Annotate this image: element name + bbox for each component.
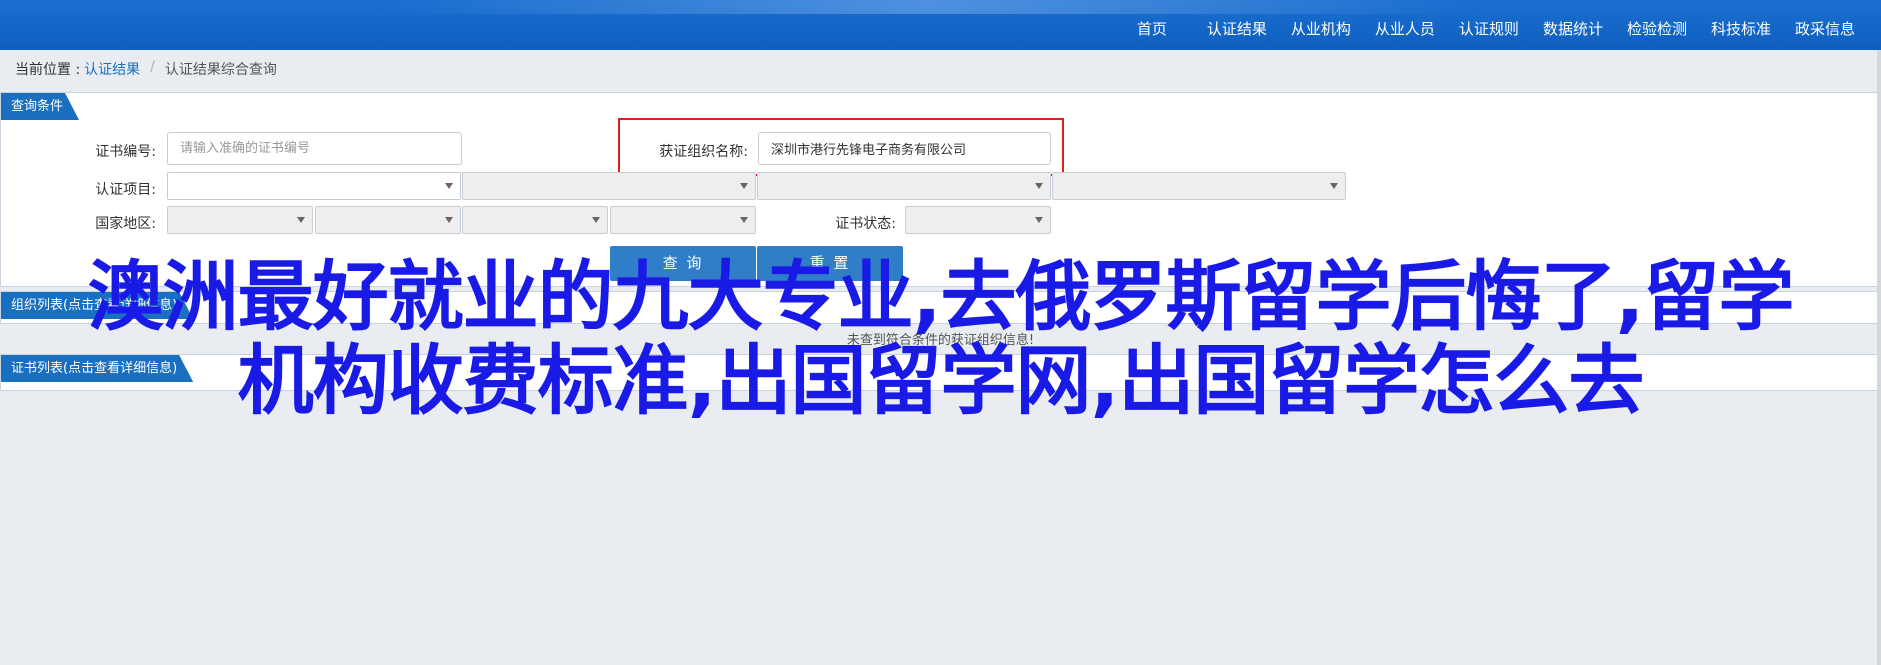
region-select-3[interactable] [462, 206, 608, 234]
breadcrumb-link[interactable]: 认证结果 [84, 59, 140, 79]
cert-no-input[interactable] [167, 132, 462, 165]
cert-item-select-3[interactable] [757, 172, 1051, 200]
chevron-down-icon [592, 217, 600, 223]
header-bar: 首页 认证结果 从业机构 从业人员 认证规则 数据统计 检验检测 科技标准 政采… [0, 0, 1881, 50]
overlay-headline: 澳洲最好就业的九大专业,去俄罗斯留学后悔了,留学 机构收费标准,出国留学网,出国… [0, 255, 1881, 423]
cert-no-label: 证书编号: [95, 144, 156, 160]
nav-statistics[interactable]: 数据统计 [1531, 18, 1615, 39]
chevron-down-icon [1035, 183, 1043, 189]
breadcrumb-prefix: 当前位置 : [15, 62, 81, 78]
nav-procurement[interactable]: 政采信息 [1783, 18, 1867, 39]
nav-personnel[interactable]: 从业人员 [1363, 18, 1447, 39]
chevron-down-icon [1035, 217, 1043, 223]
chevron-down-icon [740, 183, 748, 189]
chevron-down-icon [740, 217, 748, 223]
main-nav: 首页 认证结果 从业机构 从业人员 认证规则 数据统计 检验检测 科技标准 政采… [1125, 18, 1867, 39]
cert-item-label: 认证项目: [95, 182, 156, 198]
overlay-line-2: 机构收费标准,出国留学网,出国留学怎么去 [237, 336, 1645, 425]
region-select-4[interactable] [610, 206, 756, 234]
overlay-line-1: 澳洲最好就业的九大专业,去俄罗斯留学后悔了,留学 [87, 252, 1795, 341]
breadcrumb-separator: / [150, 59, 155, 75]
cert-item-select-2[interactable] [462, 172, 756, 200]
region-select-2[interactable] [315, 206, 461, 234]
query-panel-tab: 查询条件 [1, 93, 79, 120]
chevron-down-icon [445, 217, 453, 223]
cert-item-select-1[interactable] [167, 172, 461, 200]
header-decoration [380, 0, 1480, 14]
region-select-1[interactable] [167, 206, 313, 234]
chevron-down-icon [1330, 183, 1338, 189]
chevron-down-icon [445, 183, 453, 189]
nav-standards[interactable]: 科技标准 [1699, 18, 1783, 39]
nav-testing[interactable]: 检验检测 [1615, 18, 1699, 39]
region-label: 国家地区: [95, 216, 156, 232]
cert-item-select-4[interactable] [1052, 172, 1346, 200]
nav-home[interactable]: 首页 [1125, 18, 1195, 39]
cert-status-label: 证书状态: [835, 216, 896, 232]
highlight-box [618, 118, 1064, 176]
breadcrumb: 当前位置 : 认证结果 / 认证结果综合查询 [15, 59, 277, 79]
breadcrumb-current: 认证结果综合查询 [164, 62, 277, 78]
nav-rules[interactable]: 认证规则 [1447, 18, 1531, 39]
cert-status-select[interactable] [905, 206, 1051, 234]
nav-institutions[interactable]: 从业机构 [1279, 18, 1363, 39]
chevron-down-icon [297, 217, 305, 223]
nav-cert-results[interactable]: 认证结果 [1195, 18, 1279, 39]
